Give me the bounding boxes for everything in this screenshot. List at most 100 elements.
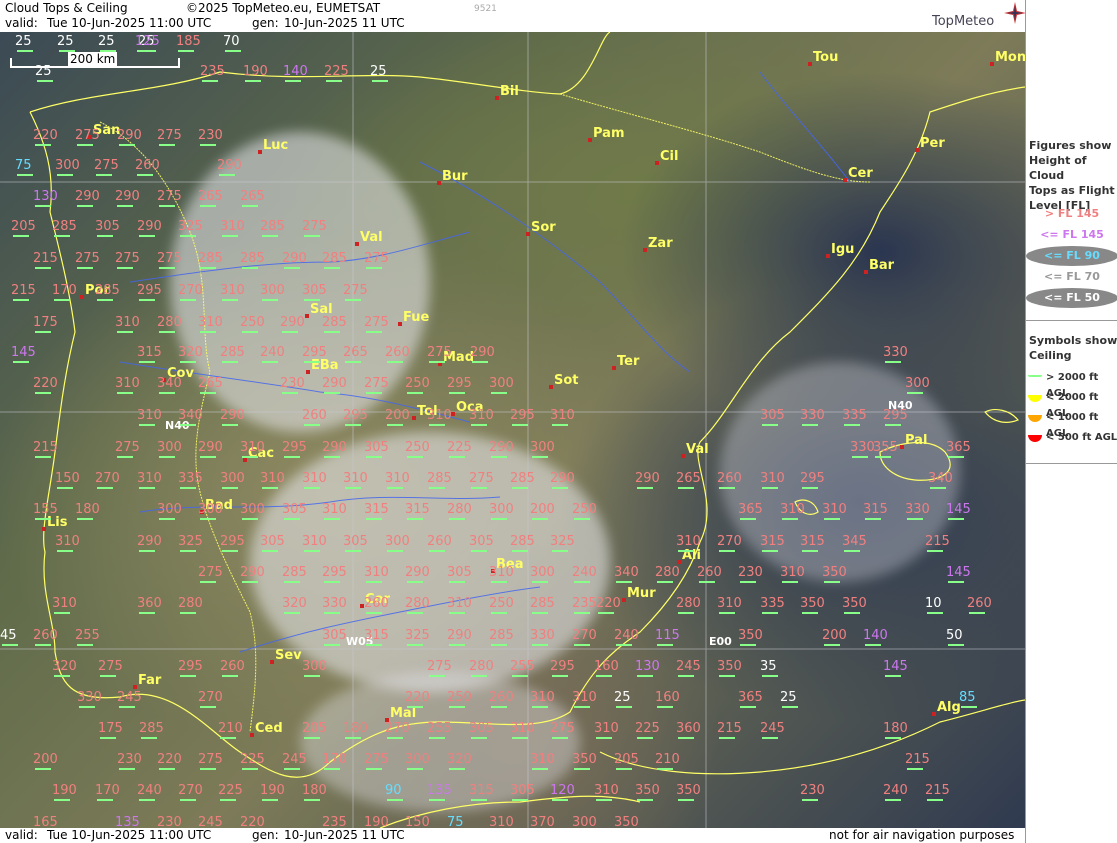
- cloud-top-value: 365: [946, 440, 971, 455]
- cloud-top-value: 325: [178, 534, 203, 549]
- ceiling-symbol: [345, 424, 361, 426]
- ceiling-symbol: [37, 80, 53, 82]
- copyright-text: ©2025 TopMeteo.eu, EUMETSAT: [186, 1, 381, 15]
- cloud-top-value: 305: [469, 721, 494, 736]
- satellite-map: 200 km N40 N40 W05 E00 Tou Mon Bil Pam Cil Per Lu…: [0, 32, 1025, 828]
- ceiling-symbol: [491, 392, 507, 394]
- ceiling-symbol: [762, 737, 778, 739]
- ceiling-symbol: [366, 518, 382, 520]
- ceiling-symbol: [844, 424, 860, 426]
- city-marker: [808, 62, 812, 66]
- ceiling-symbol: [54, 235, 70, 237]
- cloud-top-value: 130: [635, 659, 660, 674]
- ceiling-symbol: [429, 487, 445, 489]
- cloud-top-value: 305: [95, 219, 120, 234]
- cloud-top-value: 250: [447, 690, 472, 705]
- ceiling-symbol: [930, 487, 946, 489]
- ceiling-symbol: [678, 612, 694, 614]
- cloud-top-value: 180: [75, 502, 100, 517]
- city-label: Igu: [831, 242, 855, 257]
- ceiling-symbol: [471, 799, 487, 801]
- ceiling-symbol: [77, 644, 93, 646]
- city-marker: [677, 560, 681, 564]
- cloud-top-value: 330: [77, 690, 102, 705]
- ceiling-symbol: [284, 581, 300, 583]
- cloud-top-value: 275: [157, 251, 182, 266]
- ceiling-symbol: [387, 799, 403, 801]
- cloud-top-value: 230: [198, 128, 223, 143]
- cloud-top-value: 300: [55, 158, 80, 173]
- ceiling-symbol: [637, 737, 653, 739]
- cloud-top-value: 280: [676, 596, 701, 611]
- cloud-top-value: 280: [469, 659, 494, 674]
- city-marker: [826, 254, 830, 258]
- cloud-top-value: 260: [302, 408, 327, 423]
- cloud-top-value: 310: [137, 471, 162, 486]
- ceiling-symbol: [57, 487, 73, 489]
- ceiling-symbol: [719, 675, 735, 677]
- ceiling-symbol: [532, 706, 548, 708]
- ceiling-symbol: [17, 174, 33, 176]
- cloud-top-value: 150: [405, 815, 430, 829]
- ceiling-symbol: [139, 235, 155, 237]
- cloud-top-value: 295: [137, 283, 162, 298]
- cloud-top-value: 295: [800, 471, 825, 486]
- cloud-top-value: 280: [405, 596, 430, 611]
- city-label: Mon: [995, 50, 1025, 65]
- cloud-top-value: 120: [550, 783, 575, 798]
- cloud-top-value: 255: [75, 628, 100, 643]
- ceiling-symbol: [616, 768, 632, 770]
- cloud-top-value: 180: [343, 721, 368, 736]
- cloud-top-value: 285: [139, 721, 164, 736]
- city-marker: [355, 242, 359, 246]
- ceiling-symbol: [574, 518, 590, 520]
- cloud-top-value: 285: [322, 251, 347, 266]
- cloud-top-value: 215: [905, 752, 930, 767]
- cloud-top-value: 145: [883, 659, 908, 674]
- cloud-top-value: 290: [405, 565, 430, 580]
- cloud-top-value: 275: [115, 440, 140, 455]
- cloud-top-value: 50: [946, 628, 963, 643]
- ceiling-symbol: [532, 768, 548, 770]
- ceiling-symbol: [77, 205, 93, 207]
- product-title: Cloud Tops & Ceiling: [5, 1, 128, 15]
- ceiling-symbol: [491, 581, 507, 583]
- ceiling-symbol: [366, 456, 382, 458]
- ceiling-symbol: [472, 361, 488, 363]
- ceiling-symbol: [54, 299, 70, 301]
- cloud-top-value: 310: [594, 721, 619, 736]
- cloud-top-value: 225: [447, 440, 472, 455]
- ceiling-symbol: [366, 768, 382, 770]
- ceiling-symbol: [552, 737, 568, 739]
- cloud-top-value: 90: [385, 783, 402, 798]
- image-code: 9521: [474, 4, 497, 14]
- cloud-top-value: 295: [322, 565, 347, 580]
- ceiling-symbol: [285, 80, 301, 82]
- cloud-top-value: 310: [530, 690, 555, 705]
- ceiling-symbol: [119, 706, 135, 708]
- cloud-top-value: 290: [137, 534, 162, 549]
- ceiling-symbol: [574, 581, 590, 583]
- cloud-top-value: 245: [760, 721, 785, 736]
- logo-text: TopMeteo: [932, 14, 995, 29]
- cloud-top-value: 330: [530, 628, 555, 643]
- cloud-top-value: 310: [469, 408, 494, 423]
- cloud-top-value: 310: [260, 471, 285, 486]
- cloud-top-value: 200: [530, 502, 555, 517]
- ceiling-symbol: [907, 518, 923, 520]
- cloud-top-value: 25: [15, 34, 32, 49]
- ceiling-symbol: [449, 518, 465, 520]
- ceiling-symbol: [699, 581, 715, 583]
- cloud-top-value: 285: [322, 315, 347, 330]
- cloud-top-value: 310: [510, 721, 535, 736]
- ceiling-symbol: [13, 361, 29, 363]
- cloud-top-value: 295: [302, 345, 327, 360]
- cloud-top-value: 245: [282, 752, 307, 767]
- gen-label: gen:: [252, 16, 279, 30]
- cloud-top-value: 25: [370, 64, 387, 79]
- cloud-top-value: 285: [95, 283, 120, 298]
- ceiling-symbol: [35, 392, 51, 394]
- cloud-top-value: 350: [738, 628, 763, 643]
- ceiling-symbol: [200, 331, 216, 333]
- ceiling-symbol: [407, 644, 423, 646]
